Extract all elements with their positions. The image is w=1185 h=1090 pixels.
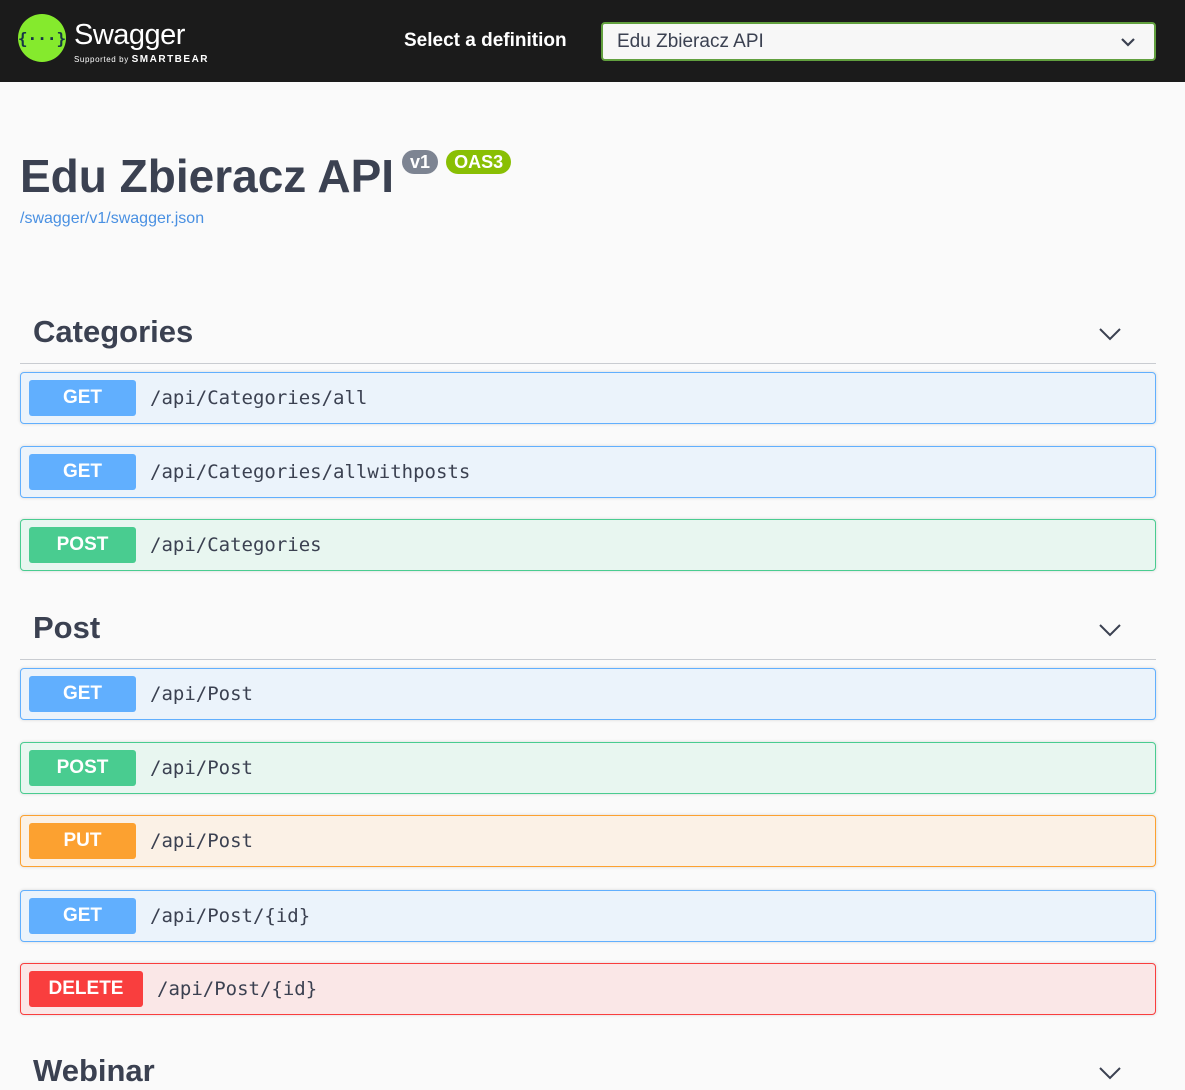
method-badge: GET <box>29 454 136 490</box>
operation-row[interactable]: POST /api/Categories <box>20 519 1156 571</box>
method-badge: GET <box>29 898 136 934</box>
topbar: {···} Swagger Supported by SMARTBEAR Sel… <box>0 0 1185 82</box>
operation-path: /api/Post <box>150 830 253 852</box>
operation-path: /api/Categories <box>150 534 322 556</box>
swagger-logo-icon: {···} <box>18 14 66 62</box>
operation-row[interactable]: PUT /api/Post <box>20 815 1156 867</box>
operation-row[interactable]: GET /api/Categories/all <box>20 372 1156 424</box>
api-info: Edu Zbieracz API v1 OAS3 <box>20 148 512 204</box>
operation-path: /api/Post <box>150 683 253 705</box>
definition-select[interactable]: Edu Zbieracz API <box>601 22 1156 61</box>
operation-path: /api/Post/{id} <box>150 905 311 927</box>
oas-badge: OAS3 <box>446 150 512 174</box>
method-badge: GET <box>29 676 136 712</box>
operation-path: /api/Categories/allwithposts <box>150 461 471 483</box>
section-title: Webinar <box>33 1053 155 1088</box>
method-badge: POST <box>29 527 136 563</box>
section-post[interactable]: Post <box>20 600 1156 660</box>
operation-row[interactable]: GET /api/Categories/allwithposts <box>20 446 1156 498</box>
section-categories[interactable]: Categories <box>20 304 1156 364</box>
version-badge: v1 <box>402 150 439 174</box>
operation-path: /api/Post/{id} <box>157 978 318 1000</box>
operation-path: /api/Categories/all <box>150 387 368 409</box>
page-title: Edu Zbieracz API <box>20 150 395 202</box>
chevron-down-icon[interactable] <box>1098 622 1122 638</box>
operation-row[interactable]: GET /api/Post/{id} <box>20 890 1156 942</box>
method-badge: PUT <box>29 823 136 859</box>
operation-row[interactable]: GET /api/Post <box>20 668 1156 720</box>
chevron-down-icon[interactable] <box>1098 1065 1122 1081</box>
chevron-down-icon[interactable] <box>1098 326 1122 342</box>
section-title: Post <box>33 610 101 645</box>
logo-sub-prefix: Supported by <box>74 55 129 64</box>
definition-select-value: Edu Zbieracz API <box>617 30 764 52</box>
operation-row[interactable]: DELETE /api/Post/{id} <box>20 963 1156 1015</box>
operation-row[interactable]: POST /api/Post <box>20 742 1156 794</box>
logo-sub-brand: SMARTBEAR <box>131 54 210 65</box>
spec-json-link[interactable]: /swagger/v1/swagger.json <box>20 210 204 228</box>
chevron-down-icon <box>1121 38 1135 47</box>
swagger-logo[interactable]: {···} Swagger Supported by SMARTBEAR <box>18 14 209 65</box>
method-badge: POST <box>29 750 136 786</box>
logo-text: Swagger Supported by SMARTBEAR <box>74 20 209 65</box>
method-badge: GET <box>29 380 136 416</box>
operation-path: /api/Post <box>150 757 253 779</box>
logo-name: Swagger <box>74 19 185 51</box>
select-definition-label: Select a definition <box>404 30 567 51</box>
method-badge: DELETE <box>29 971 143 1007</box>
section-webinar[interactable]: Webinar <box>20 1043 1156 1090</box>
section-title: Categories <box>33 314 194 349</box>
logo-subtitle: Supported by SMARTBEAR <box>74 54 209 65</box>
